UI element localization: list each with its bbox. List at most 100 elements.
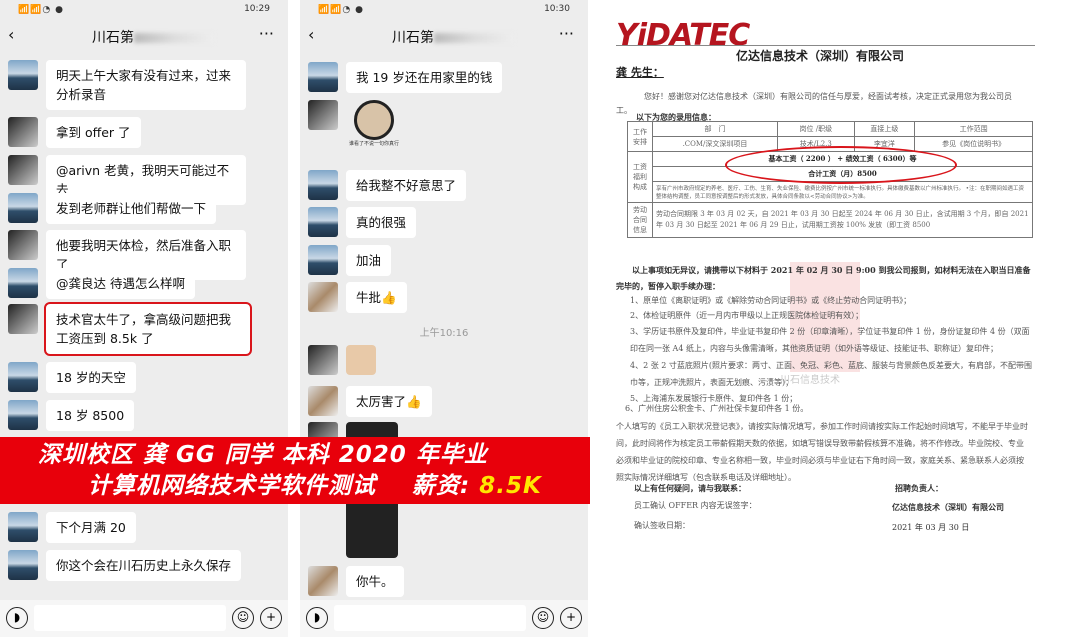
banner-line-1: 深圳校区 龚 GG 同学 本科 2020 年毕业 [38,442,488,468]
avatar[interactable] [8,155,38,185]
more-icon[interactable]: ··· [259,24,274,43]
message: 你牛。 [308,566,404,597]
message: 技术官太牛了，拿高级问题把我工资压到 8.5k 了 [8,302,252,356]
avatar[interactable] [308,170,338,200]
panda-meme-image [354,100,394,140]
avatar[interactable] [308,282,338,312]
avatar[interactable] [8,362,38,392]
list-item: 6、广州住房公积金卡、广州社保卡复印件各 1 份。 [625,404,809,413]
signal-icon: 📶📶◔ ● [318,5,364,15]
message: 明天上午大家有没有过来，过来分析录音 [8,60,246,110]
right-chat-screen: 📶📶◔ ● 10:30 ‹ 川石第 ··· 我 19 岁还在用家里的钱 谁看了不说一句… [300,0,588,637]
signer-company: 亿达信息技术（深圳）有限公司 [892,502,1004,512]
more-icon[interactable]: ··· [559,24,574,43]
chat-header: ‹ 川石第 ··· [0,20,288,52]
chat-title: 川石第 [92,27,214,47]
status-time: 10:29 [244,4,270,14]
avatar[interactable] [308,345,338,375]
message-bubble: 你这个会在川石历史上永久保存 [46,550,242,581]
timestamp: 上午10:16 [419,328,469,339]
message: 太厉害了👍 [308,386,432,417]
signal-icon: 📶📶◔ ● [18,5,64,15]
list-item: 4、2 张 2 寸蓝底照片(照片要求：两寸、正面、免冠、彩色、蓝底、服装与背景颜… [630,361,1033,387]
salary-value: 8.5K [479,473,542,499]
sticker: 谁看了不说一句你真行 [346,100,402,147]
message-bubble: 18 岁的天空 [46,362,136,393]
message: 牛批👍 [308,282,407,313]
left-chat-screen: 📶📶◔ ● 10:29 ‹ 川石第 ··· 明天上午大家有没有过来，过来分析录音 拿到… [0,0,288,637]
greeting: 龚 先生： [616,66,664,79]
message-bubble: 真的很强 [346,207,417,238]
emoji-icon[interactable]: ☺ [232,607,254,629]
message-bubble: 你牛。 [346,566,404,597]
message: 下个月满 20 [8,512,136,543]
contact-text: 以上有任何疑问，请与我联系： [634,483,746,493]
avatar[interactable] [8,60,38,90]
avatar[interactable] [308,100,338,130]
message-input[interactable] [34,605,226,631]
message-bubble: 太厉害了👍 [346,386,432,417]
avatar[interactable] [308,566,338,596]
back-icon[interactable]: ‹ [8,25,14,44]
message: 谁看了不说一句你真行 [308,100,402,147]
materials-list: 1、原单位《离职证明》或《解除劳动合同证明书》或《终止劳动合同证明书》； 2、体… [630,293,1032,406]
message: 加油 [308,245,392,276]
input-bar: ◗ ☺ + [0,600,288,637]
message [308,345,376,375]
back-icon[interactable]: ‹ [308,25,314,44]
avatar[interactable] [308,207,338,237]
message-bubble: 下个月满 20 [46,512,136,543]
chat-header: ‹ 川石第 ··· [300,20,588,52]
message: 你这个会在川石历史上永久保存 [8,550,242,581]
report-text: 以上事项如无异议，请携带以下材料于 2021 年 02 月 30 日 9:00 … [616,265,1031,291]
message-input[interactable] [334,605,526,631]
confirm-label: 员工确认 OFFER 内容无误签字： [634,501,757,510]
message-bubble: 给我整不好意思了 [346,170,467,201]
avatar[interactable] [308,62,338,92]
offer-letter: YiDATEC 亿达信息技术（深圳）有限公司 龚 先生： 您好！感谢您对亿达信息… [600,0,1080,637]
plus-icon[interactable]: + [560,607,582,629]
message: 发到老师群让他们帮做一下 [8,193,217,224]
highlighted-message-bubble: 技术官太牛了，拿高级问题把我工资压到 8.5k 了 [44,302,252,356]
avatar[interactable] [8,400,38,430]
avatar[interactable] [8,268,38,298]
message-bubble: 18 岁 8500 [46,400,135,431]
message: 我 19 岁还在用家里的钱 [308,62,503,93]
salary-highlight-circle [725,146,957,184]
message: 拿到 offer 了 [8,117,141,148]
message-bubble: 发到老师群让他们帮做一下 [46,193,217,224]
message: 真的很强 [308,207,417,238]
divider [616,45,1035,46]
avatar[interactable] [8,512,38,542]
message: 18 岁 8500 [8,400,135,431]
avatar[interactable] [308,245,338,275]
input-bar: ◗ ☺ + [300,600,588,637]
message-bubble: 我 19 岁还在用家里的钱 [346,62,503,93]
avatar[interactable] [8,550,38,580]
message-bubble: 加油 [346,245,392,276]
status-bar: 📶📶◔ ● 10:29 [0,0,288,20]
avatar[interactable] [8,304,38,334]
sign-date: 2021 年 03 月 30 日 [892,523,970,532]
avatar[interactable] [8,193,38,223]
avatar[interactable] [8,117,38,147]
avatar[interactable] [308,386,338,416]
notes-text: 个人填写的《员工入职状况登记表》，请按实际情况填写，参加工作时间请按实际工作起始… [616,422,1028,482]
plus-icon[interactable]: + [260,607,282,629]
avatar[interactable] [8,230,38,260]
chat-title: 川石第 [392,27,514,47]
recruiter-label: 招聘负责人： [895,483,943,493]
baby-photo[interactable] [346,345,376,375]
message: 18 岁的天空 [8,362,136,393]
status-bar: 📶📶◔ ● 10:30 [300,0,588,20]
message-bubble: 牛批👍 [346,282,407,313]
list-item: 2、体检证明原件（近一月内市甲级以上正规医院体检证明有效）； [630,311,864,320]
emoji-icon[interactable]: ☺ [532,607,554,629]
message: 给我整不好意思了 [308,170,467,201]
banner-line-2: 计算机网络技术学软件测试 薪资: 8.5K [88,473,542,499]
message-bubble: @龚良达 待遇怎么样啊 [46,268,195,299]
message-bubble: 明天上午大家有没有过来，过来分析录音 [46,60,246,110]
voice-icon[interactable]: ◗ [306,607,328,629]
voice-icon[interactable]: ◗ [6,607,28,629]
confirm-date-label: 确认签收日期： [634,521,690,530]
